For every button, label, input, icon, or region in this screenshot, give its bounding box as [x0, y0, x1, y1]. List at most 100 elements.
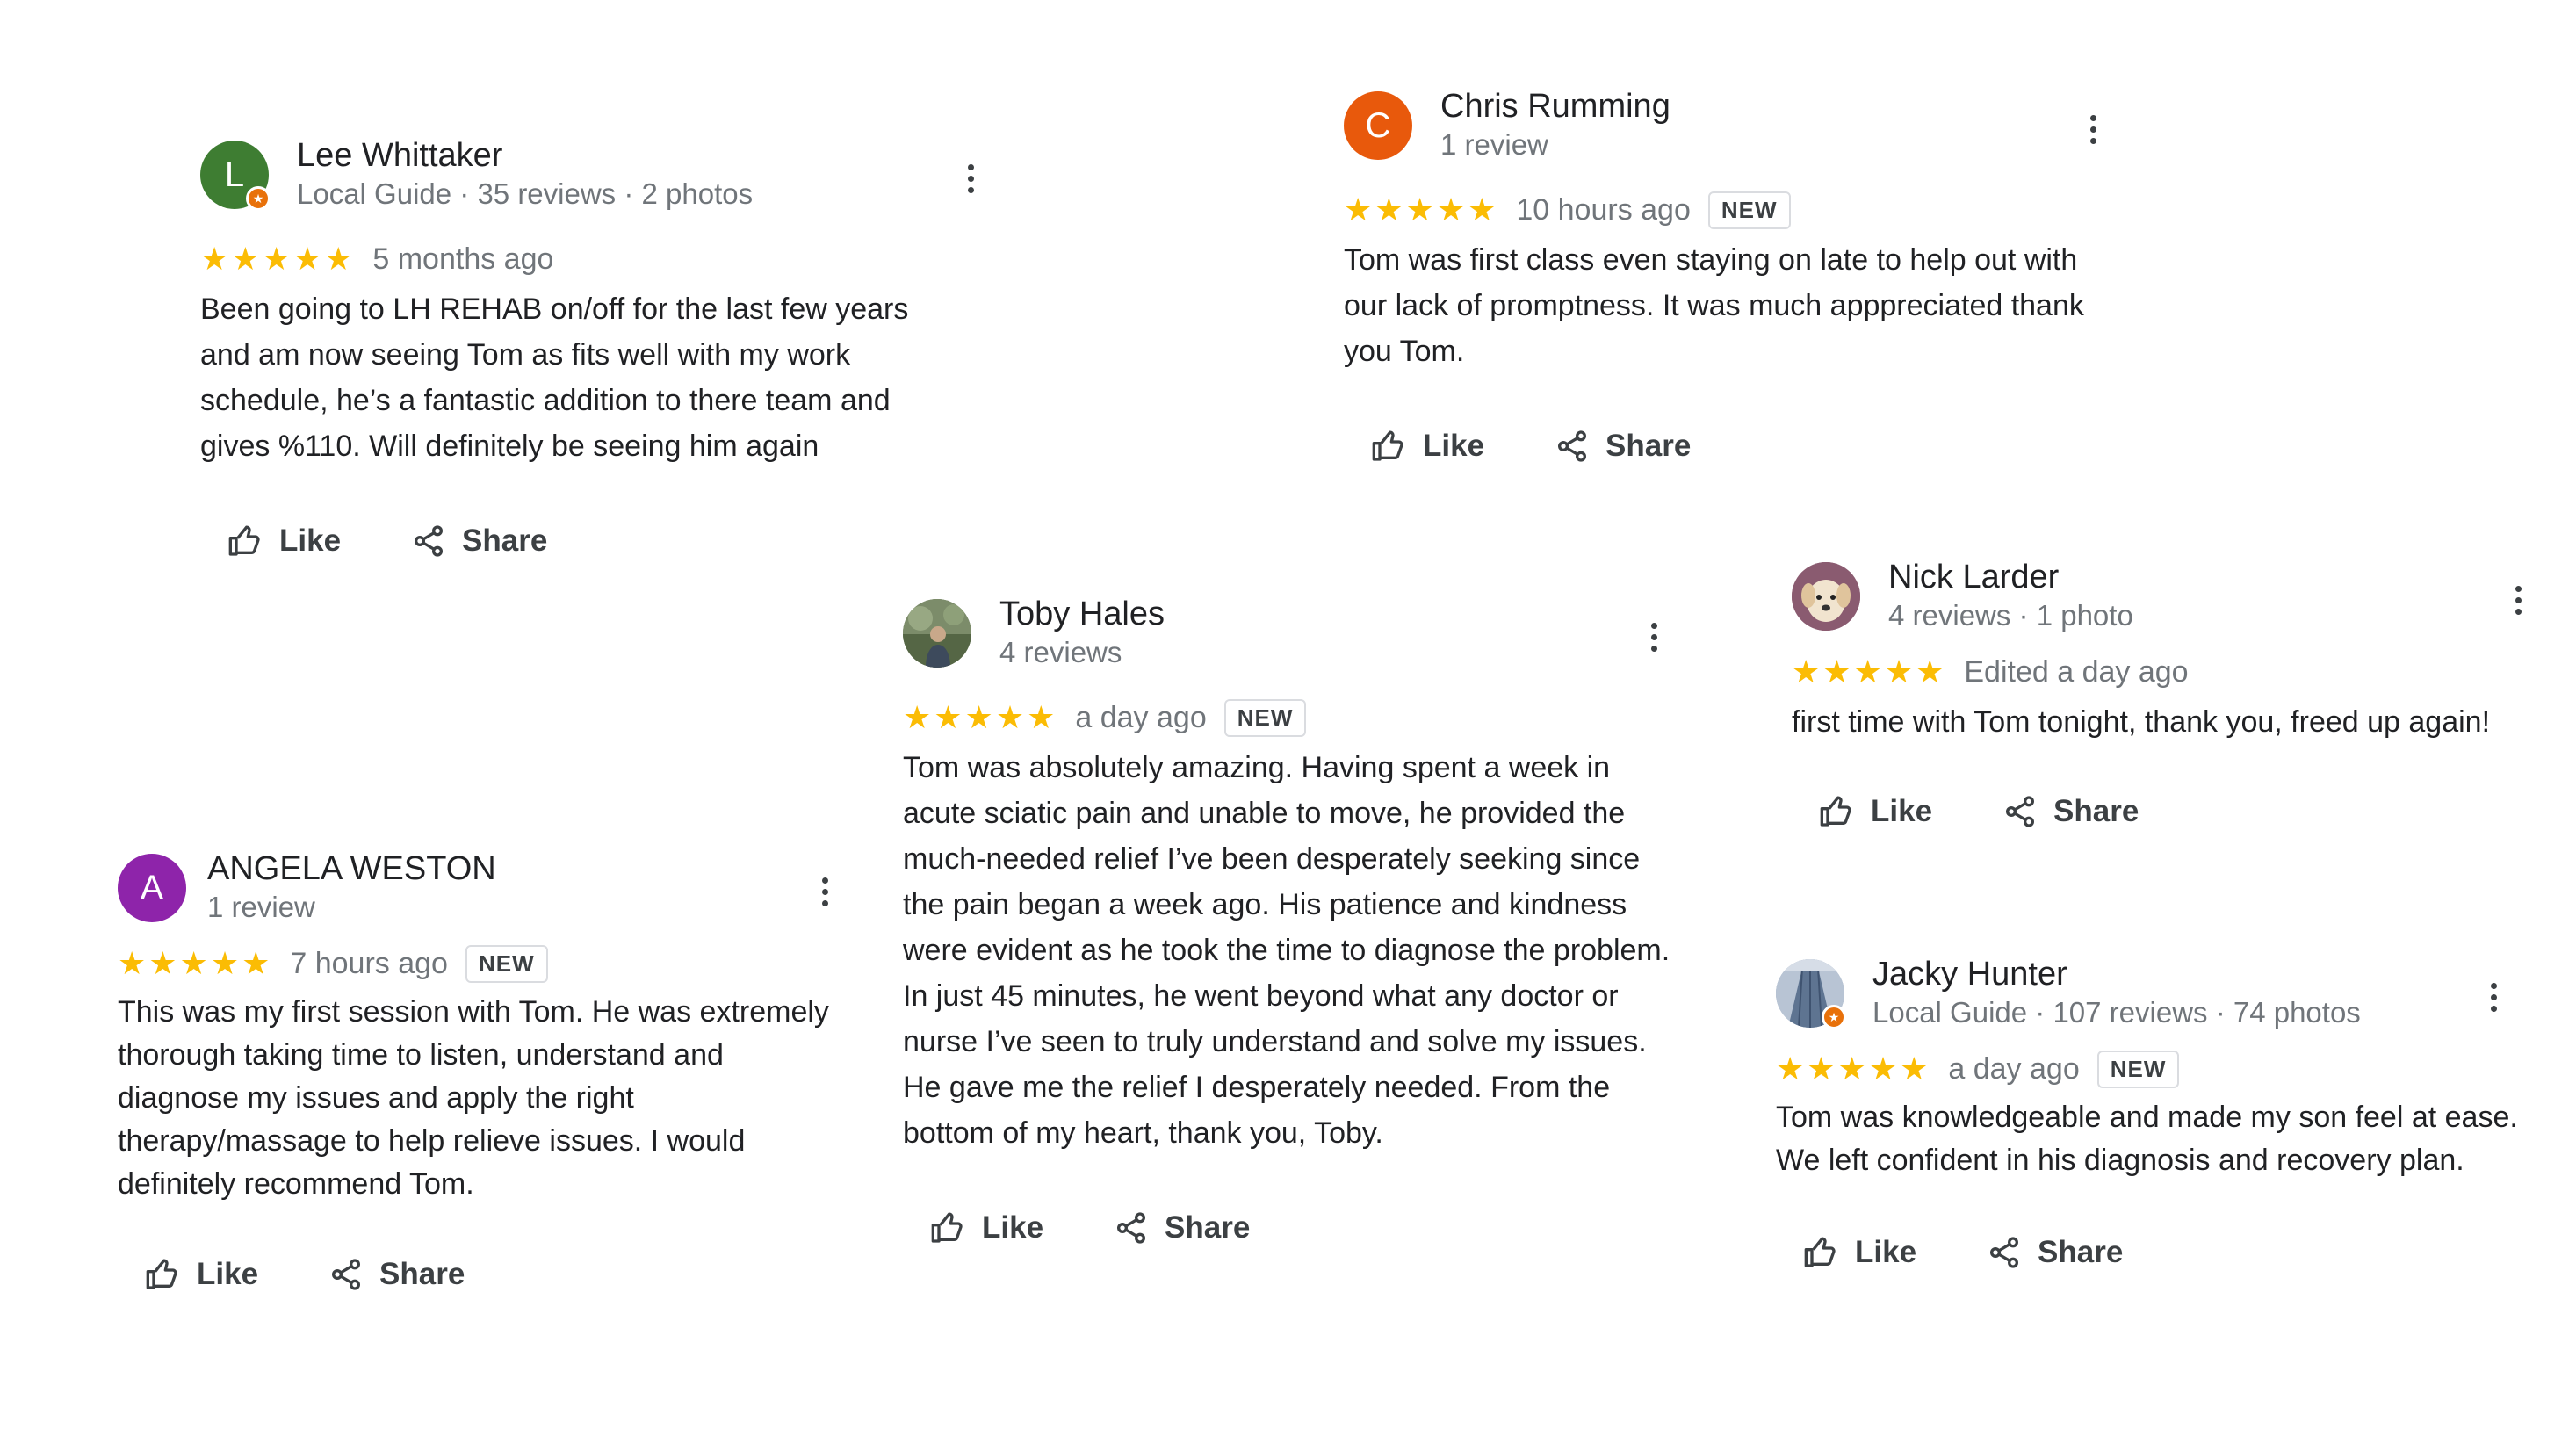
new-badge: NEW	[1707, 191, 1791, 229]
more-options-icon[interactable]	[812, 870, 838, 913]
like-label: Like	[1855, 1235, 1917, 1269]
like-label: Like	[197, 1257, 259, 1291]
review-meta-row: ★★★★★ Edited a day ago	[1792, 650, 2556, 694]
thumbs-up-icon	[228, 525, 260, 556]
more-options-icon[interactable]	[1641, 615, 1667, 659]
share-label: Share	[379, 1257, 465, 1291]
review-meta-row: ★★★★★ 7 hours ago NEW	[118, 942, 847, 986]
star-rating: ★★★★★	[1776, 1051, 1931, 1087]
avatar[interactable]: A	[118, 854, 186, 922]
review-actions: Like Share	[903, 1210, 1676, 1245]
star-rating: ★★★★★	[200, 241, 356, 277]
review-card-toby-hales: Toby Hales 4 reviews ★★★★★ a day ago NEW…	[903, 596, 1676, 1245]
reviewer-name[interactable]: Chris Rumming	[1440, 88, 1670, 126]
review-actions: Like Share	[1792, 794, 2556, 829]
review-meta-row: ★★★★★ a day ago NEW	[1776, 1047, 2549, 1091]
reviewer-name[interactable]: Toby Hales	[999, 596, 1165, 633]
share-label: Share	[462, 523, 548, 558]
review-text: Been going to LH REHAB on/off for the la…	[200, 292, 909, 463]
dog-photo-avatar-icon[interactable]	[1792, 562, 1860, 631]
star-rating: ★★★★★	[1792, 653, 1947, 690]
review-text: first time with Tom tonight, thank you, …	[1792, 705, 2491, 739]
thumbs-up-icon	[931, 1212, 963, 1243]
like-button[interactable]: Like	[1370, 429, 1484, 464]
like-button[interactable]: Like	[929, 1210, 1043, 1245]
share-button[interactable]: Share	[328, 1257, 465, 1292]
like-label: Like	[982, 1210, 1044, 1245]
star-rating: ★★★★★	[1344, 191, 1499, 227]
review-header: Toby Hales 4 reviews	[903, 596, 1676, 675]
like-button[interactable]: Like	[1802, 1235, 1916, 1270]
share-icon	[1558, 430, 1587, 462]
like-label: Like	[279, 523, 342, 558]
share-button[interactable]: Share	[2002, 794, 2139, 829]
reviewer-meta: Local Guide · 107 reviews · 74 photos	[1872, 996, 2361, 1029]
share-icon	[332, 1259, 361, 1290]
reviewer-meta: 4 reviews	[999, 636, 1122, 668]
like-button[interactable]: Like	[144, 1257, 258, 1292]
reviewer-meta: 1 review	[207, 891, 315, 923]
like-button[interactable]: Like	[1818, 794, 1932, 829]
review-time: Edited a day ago	[1964, 654, 2189, 689]
review-actions: Like Share	[1344, 429, 2117, 464]
star-rating: ★★★★★	[903, 699, 1058, 735]
review-text: Tom was knowledgeable and made my son fe…	[1776, 1101, 2518, 1177]
review-text: Tom was absolutely amazing. Having spent…	[903, 751, 1670, 1150]
reviewer-name[interactable]: ANGELA WESTON	[207, 850, 496, 888]
review-card-nick-larder: Nick Larder 4 reviews · 1 photo ★★★★★ Ed…	[1792, 559, 2556, 829]
review-text: This was my first session with Tom. He w…	[118, 995, 829, 1201]
share-icon	[1990, 1237, 2019, 1268]
avatar-letter: L	[224, 155, 245, 194]
review-time: 5 months ago	[372, 242, 554, 276]
more-options-icon[interactable]	[2480, 975, 2507, 1019]
local-guide-badge-icon: ★	[1822, 1005, 1846, 1029]
reviewer-meta: 1 review	[1440, 128, 1548, 161]
reviewer-meta: Local Guide · 35 reviews · 2 photos	[297, 177, 754, 210]
review-header: A ANGELA WESTON 1 review	[118, 850, 847, 929]
thumbs-up-icon	[1372, 430, 1403, 461]
share-label: Share	[2053, 794, 2139, 828]
like-label: Like	[1871, 794, 1933, 828]
thumbs-up-icon	[146, 1259, 177, 1289]
review-card-lee-whittaker: L ★ Lee Whittaker Local Guide · 35 revie…	[200, 137, 974, 559]
share-button[interactable]: Share	[1555, 429, 1691, 464]
like-label: Like	[1423, 429, 1485, 463]
reviewer-meta: 4 reviews · 1 photo	[1888, 599, 2133, 632]
review-time: 7 hours ago	[290, 946, 448, 980]
avatar-letter: A	[140, 868, 164, 907]
review-time: a day ago	[1948, 1051, 2080, 1086]
share-button[interactable]: Share	[1114, 1210, 1250, 1245]
avatar[interactable]: C	[1344, 91, 1412, 160]
new-badge: NEW	[1223, 698, 1307, 737]
thumbs-up-icon	[1820, 796, 1851, 827]
review-meta-row: ★★★★★ a day ago NEW	[903, 696, 1676, 740]
share-button[interactable]: Share	[1987, 1235, 2123, 1270]
share-label: Share	[1165, 1210, 1251, 1245]
reviewer-name[interactable]: Lee Whittaker	[297, 137, 502, 175]
share-label: Share	[1605, 429, 1692, 463]
review-time: a day ago	[1075, 700, 1207, 734]
avatar-letter: C	[1365, 105, 1391, 145]
share-label: Share	[2038, 1235, 2124, 1269]
share-button[interactable]: Share	[411, 523, 547, 559]
reviewer-name[interactable]: Jacky Hunter	[1872, 956, 2067, 993]
review-time: 10 hours ago	[1516, 192, 1691, 227]
share-icon	[2006, 796, 2035, 827]
review-actions: Like Share	[200, 523, 964, 559]
new-badge: NEW	[465, 944, 548, 983]
review-card-chris-rumming: C Chris Rumming 1 review ★★★★★ 10 hours …	[1344, 88, 2117, 464]
reviewer-name[interactable]: Nick Larder	[1888, 559, 2059, 596]
more-options-icon[interactable]	[2505, 578, 2531, 622]
review-meta-row: ★★★★★ 10 hours ago NEW	[1344, 188, 2117, 232]
review-actions: Like Share	[1776, 1235, 2549, 1270]
more-options-icon[interactable]	[957, 156, 984, 200]
review-meta-row: ★★★★★ 5 months ago	[200, 237, 964, 281]
like-button[interactable]: Like	[227, 523, 341, 559]
new-badge: NEW	[2096, 1050, 2180, 1088]
review-header: ★ Jacky Hunter Local Guide · 107 reviews…	[1776, 956, 2549, 1035]
review-header: L ★ Lee Whittaker Local Guide · 35 revie…	[200, 137, 974, 216]
outdoor-photo-avatar-icon[interactable]	[903, 599, 971, 668]
more-options-icon[interactable]	[2080, 107, 2106, 151]
star-rating: ★★★★★	[118, 945, 273, 981]
review-header: C Chris Rumming 1 review	[1344, 88, 2117, 167]
